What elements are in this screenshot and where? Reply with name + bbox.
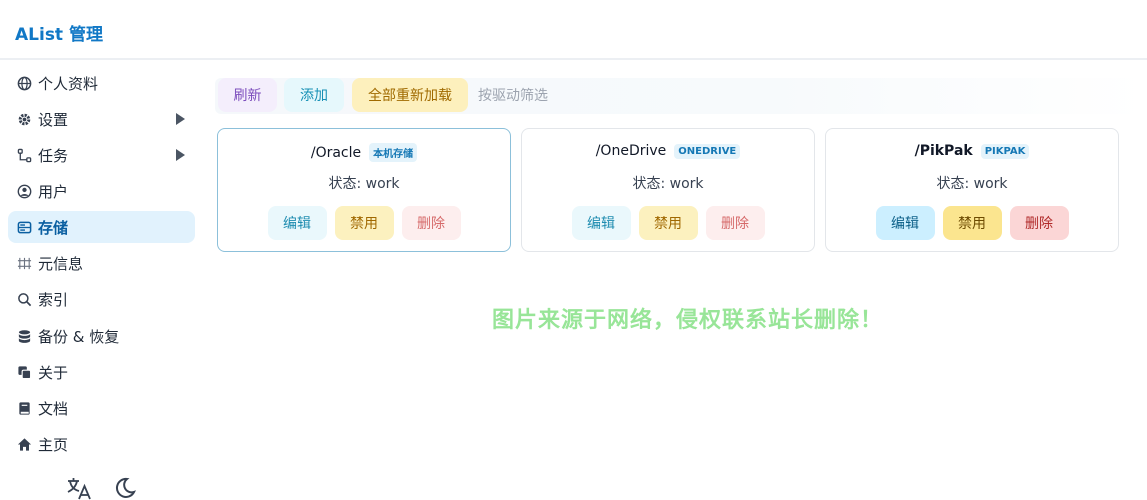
watermark-text: 图片来源于网络，侵权联系站长删除！ [492, 308, 884, 333]
search-icon [16, 291, 32, 307]
driver-filter-select[interactable]: 按驱动筛选 [478, 78, 568, 112]
reload-all-button[interactable]: 全部重新加载 [352, 78, 468, 112]
sidebar-item-label: 索引 [38, 290, 69, 309]
branch-icon [16, 147, 32, 163]
sidebar-item-tasks[interactable]: 任务 [8, 139, 195, 171]
storage-card[interactable]: /OneDrive ONEDRIVE 状态: work 编辑 禁用 删除 [521, 128, 815, 252]
storage-toolbar: 刷新 添加 全部重新加载 按驱动筛选 [215, 78, 1147, 114]
disable-button[interactable]: 禁用 [942, 206, 1002, 240]
storage-status: 状态: work [936, 176, 1008, 192]
disable-button[interactable]: 禁用 [638, 206, 698, 240]
delete-button[interactable]: 删除 [1009, 206, 1069, 240]
sidebar-item-docs[interactable]: 文档 [8, 392, 195, 424]
sidebar-item-label: 备份 & 恢复 [38, 327, 120, 346]
stack-icon [16, 328, 32, 344]
storage-status: 状态: work [632, 176, 704, 192]
disable-button[interactable]: 禁用 [334, 206, 394, 240]
meta-icon [16, 255, 32, 271]
sidebar-item-label: 元信息 [38, 254, 84, 273]
edit-button[interactable]: 编辑 [571, 206, 631, 240]
sidebar-item-about[interactable]: 关于 [8, 356, 195, 388]
sidebar-item-label: 主页 [38, 435, 69, 454]
moon-icon[interactable] [112, 476, 138, 500]
main-content: 刷新 添加 全部重新加载 按驱动筛选 /Oracle 本机存储 状态: work… [205, 62, 1147, 500]
sidebar-item-label: 设置 [38, 110, 69, 129]
top-header: AList 管理 [0, 0, 1147, 60]
database-icon [16, 219, 32, 235]
gear-icon [16, 111, 32, 127]
sidebar-item-home[interactable]: 主页 [8, 428, 195, 460]
sidebar-item-profile[interactable]: 个人资料 [8, 67, 195, 99]
storage-status: 状态: work [328, 176, 400, 192]
driver-badge: PIKPAK [980, 143, 1030, 159]
edit-button[interactable]: 编辑 [267, 206, 327, 240]
sidebar-item-users[interactable]: 用户 [8, 175, 195, 207]
sidebar-item-label: 关于 [38, 363, 69, 382]
storage-path: /Oracle [310, 144, 362, 161]
add-button[interactable]: 添加 [284, 78, 344, 112]
refresh-button[interactable]: 刷新 [218, 78, 277, 112]
storage-card[interactable]: /PikPak PIKPAK 状态: work 编辑 禁用 删除 [825, 128, 1119, 252]
sidebar: 个人资料 设置 任务 用户 存储 元信息 索引 备份 & 恢复 关于 文档 主页 [0, 62, 205, 500]
delete-button[interactable]: 删除 [705, 206, 765, 240]
sidebar-bottom-tools [66, 476, 138, 500]
home-icon [16, 436, 32, 452]
sidebar-item-meta[interactable]: 元信息 [8, 247, 195, 279]
sidebar-item-storage[interactable]: 存储 [8, 211, 195, 243]
sidebar-item-label: 文档 [38, 399, 69, 418]
sidebar-item-label: 任务 [38, 146, 69, 165]
globe-icon [16, 75, 32, 91]
expand-arrow-icon[interactable] [176, 113, 185, 125]
delete-button[interactable]: 删除 [401, 206, 461, 240]
sidebar-item-label: 用户 [38, 182, 69, 201]
sidebar-item-label: 个人资料 [38, 74, 99, 93]
user-circle-icon [16, 183, 32, 199]
edit-button[interactable]: 编辑 [875, 206, 935, 240]
sidebar-item-index[interactable]: 索引 [8, 283, 195, 315]
translate-icon[interactable] [66, 476, 92, 500]
sidebar-item-settings[interactable]: 设置 [8, 103, 195, 135]
expand-arrow-icon[interactable] [176, 149, 185, 161]
book-icon [16, 400, 32, 416]
driver-badge: ONEDRIVE [674, 143, 741, 159]
app-title[interactable]: AList 管理 [15, 20, 103, 45]
sidebar-item-label: 存储 [38, 218, 69, 237]
storage-card[interactable]: /Oracle 本机存储 状态: work 编辑 禁用 删除 [217, 128, 511, 252]
sidebar-item-backup[interactable]: 备份 & 恢复 [8, 320, 195, 352]
storage-path: /OneDrive [595, 143, 667, 159]
copy-icon [16, 364, 32, 380]
driver-badge: 本机存储 [369, 143, 418, 162]
storage-path: /PikPak [914, 143, 973, 159]
